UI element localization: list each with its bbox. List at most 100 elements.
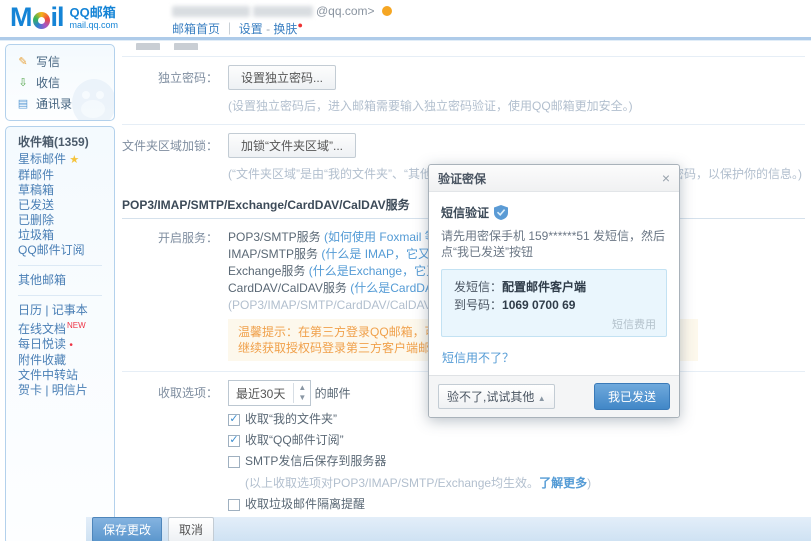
blurred-account-alias [253, 6, 313, 17]
chevron-down-icon: ▲▼ [293, 383, 306, 403]
close-icon[interactable]: × [662, 171, 670, 185]
account-info: @qq.com> [172, 4, 392, 18]
sidebar-item-greeting-cards[interactable]: 贺卡 | 明信片 [18, 383, 114, 398]
subscription-checkbox[interactable]: ✓ [228, 435, 240, 447]
contacts-label: 通讯录 [36, 95, 72, 112]
section-divider [122, 56, 805, 57]
clipped-tab-text [136, 43, 805, 50]
sidebar-folder-group[interactable]: 群邮件 [18, 168, 114, 183]
fetch-subscription-option: ✓ 收取“QQ邮件订阅” [228, 433, 805, 448]
sms-fee-note: 短信费用 [454, 316, 656, 332]
sidebar-item-compose[interactable]: ✎ 写信 [16, 51, 114, 72]
skin-new-dot: ● [297, 20, 302, 30]
sidebar-item-calendar-notes[interactable]: 日历 | 记事本 [18, 303, 114, 318]
learn-more-link[interactable]: 了解更多 [539, 476, 587, 490]
open-service-label: 开启服务： [122, 229, 218, 361]
nav-separator: ｜ [223, 22, 235, 36]
compose-label: 写信 [36, 53, 60, 70]
fetch-options-label: 收取选项： [122, 380, 218, 536]
header: M il QQ邮箱 mail.qq.com @qq.com> 邮箱首页 ｜ 设置… [0, 0, 811, 37]
sms-verify-title: 短信验证 [441, 204, 489, 221]
receive-label: 收信 [36, 74, 60, 91]
independent-password-label: 独立密码： [122, 65, 218, 114]
inbox-icon: ⇩ [16, 76, 30, 90]
fetch-range-dropdown[interactable]: 最近30天 ▲▼ [228, 380, 311, 406]
dialog-body: 短信验证 请先用密保手机 159******51 发短信，然后点“我已发送”按钮… [429, 192, 679, 375]
qq-mail-settings-page: M il QQ邮箱 mail.qq.com @qq.com> 邮箱首页 ｜ 设置… [0, 0, 811, 541]
lock-folder-area-button[interactable]: 加锁“文件夹区域”... [228, 133, 356, 158]
red-dot-icon: • [69, 340, 73, 351]
chevron-up-icon: ▲ [538, 394, 546, 403]
bottom-action-bar: 保存更改 取消 [86, 517, 811, 541]
fetch-range-suffix: 的邮件 [315, 387, 351, 401]
independent-password-note: (设置独立密码后，进入邮箱需要输入独立密码验证，使用QQ邮箱更加安全。) [228, 99, 805, 114]
logo-il: il [51, 2, 64, 33]
sidebar-folder-drafts[interactable]: 草稿箱 [18, 183, 114, 198]
nav-skin-link[interactable]: 换肤 [273, 22, 297, 36]
account-email-suffix: @qq.com> [316, 4, 375, 18]
sidebar: ✎ 写信 ⇩ 收信 ▤ 通讯录 收件箱(1359) 星标邮件 ★ 群邮件 草稿箱… [5, 44, 115, 537]
sms-content: 配置邮件客户端 [502, 280, 586, 294]
nav-mail-home-link[interactable]: 邮箱首页 [172, 22, 220, 36]
qqmail-logo[interactable]: M il QQ邮箱 mail.qq.com [10, 2, 118, 33]
sidebar-folder-inbox[interactable]: 收件箱(1359) [18, 135, 114, 150]
sidebar-item-receive[interactable]: ⇩ 收信 [16, 72, 114, 93]
sidebar-item-online-docs[interactable]: 在线文档NEW [18, 318, 114, 337]
sidebar-item-other-mail[interactable]: 其他邮箱 [18, 273, 114, 288]
save-changes-button[interactable]: 保存更改 [92, 517, 162, 541]
sms-number-line: 到号码：1069 0700 69 [454, 296, 656, 314]
logo-wordmark: M il [10, 2, 64, 33]
sidebar-divider [18, 265, 102, 266]
logo-sub: QQ邮箱 mail.qq.com [70, 2, 119, 30]
sidebar-item-attachments[interactable]: 附件收藏 [18, 353, 114, 368]
sidebar-item-file-transfer[interactable]: 文件中转站 [18, 368, 114, 383]
sidebar-folder-subscription[interactable]: QQ邮件订阅 [18, 243, 114, 258]
smtp-save-option: SMTP发信后保存到服务器 [228, 454, 805, 469]
sidebar-actions-box: ✎ 写信 ⇩ 收信 ▤ 通讯录 [5, 44, 115, 121]
verify-security-dialog: 验证密保 × 短信验证 请先用密保手机 159******51 发短信，然后点“… [428, 164, 680, 418]
top-navigation: 邮箱首页 ｜ 设置 - 换肤● [172, 20, 303, 37]
status-dot-icon [382, 6, 392, 16]
try-other-methods-button[interactable]: 验不了,试试其他 ▲ [438, 384, 555, 409]
contacts-icon: ▤ [16, 97, 30, 111]
sms-verify-title-row: 短信验证 [441, 204, 667, 221]
star-icon: ★ [69, 154, 79, 166]
logo-m: M [10, 2, 32, 33]
compose-icon: ✎ [16, 55, 30, 69]
logo-domain: mail.qq.com [70, 20, 119, 30]
fetch-range-value: 最近30天 [236, 385, 285, 402]
nav-settings-link[interactable]: 设置 [239, 22, 263, 36]
spam-reminder-checkbox[interactable] [228, 499, 240, 511]
sidebar-folder-spam[interactable]: 垃圾箱 [18, 228, 114, 243]
sidebar-folders-box: 收件箱(1359) 星标邮件 ★ 群邮件 草稿箱 已发送 已删除 垃圾箱 QQ邮… [5, 126, 115, 541]
sidebar-item-contacts[interactable]: ▤ 通讯录 [16, 93, 114, 114]
i-have-sent-button[interactable]: 我已发送 [594, 383, 670, 410]
sidebar-folder-starred[interactable]: 星标邮件 ★ [18, 152, 114, 168]
new-badge: NEW [67, 321, 86, 330]
shield-icon [494, 205, 508, 220]
sidebar-folder-sent[interactable]: 已发送 [18, 198, 114, 213]
cancel-button[interactable]: 取消 [168, 517, 214, 541]
blurred-account-name [172, 6, 250, 17]
sms-instruction: 请先用密保手机 159******51 发短信，然后点“我已发送”按钮 [441, 228, 667, 260]
sidebar-divider [18, 295, 102, 296]
dialog-header: 验证密保 × [429, 165, 679, 192]
nav-dash: - [266, 22, 270, 36]
dialog-title: 验证密保 [438, 170, 486, 187]
section-divider [122, 124, 805, 125]
folder-lock-label: 文件夹区域加锁： [122, 133, 218, 182]
set-independent-password-button[interactable]: 设置独立密码... [228, 65, 336, 90]
spam-reminder-option: 收取垃圾邮件隔离提醒 [228, 497, 805, 512]
dialog-footer: 验不了,试试其他 ▲ 我已发送 [429, 375, 679, 417]
logo-color-ring-icon [33, 12, 50, 29]
sms-info-box: 发短信：配置邮件客户端 到号码：1069 0700 69 短信费用 [441, 269, 667, 337]
sms-unavailable-link[interactable]: 短信用不了？ [442, 349, 514, 366]
sidebar-folder-deleted[interactable]: 已删除 [18, 213, 114, 228]
independent-password-row: 独立密码： 设置独立密码... (设置独立密码后，进入邮箱需要输入独立密码验证，… [122, 65, 805, 114]
fetch-note-1: (以上收取选项对POP3/IMAP/SMTP/Exchange均生效。了解更多) [245, 474, 805, 491]
sms-send-line: 发短信：配置邮件客户端 [454, 278, 656, 296]
my-folder-checkbox[interactable]: ✓ [228, 414, 240, 426]
sms-number: 1069 0700 69 [502, 298, 575, 312]
sidebar-item-daily-read[interactable]: 每日悦读 • [18, 337, 114, 353]
smtp-save-checkbox[interactable] [228, 456, 240, 468]
